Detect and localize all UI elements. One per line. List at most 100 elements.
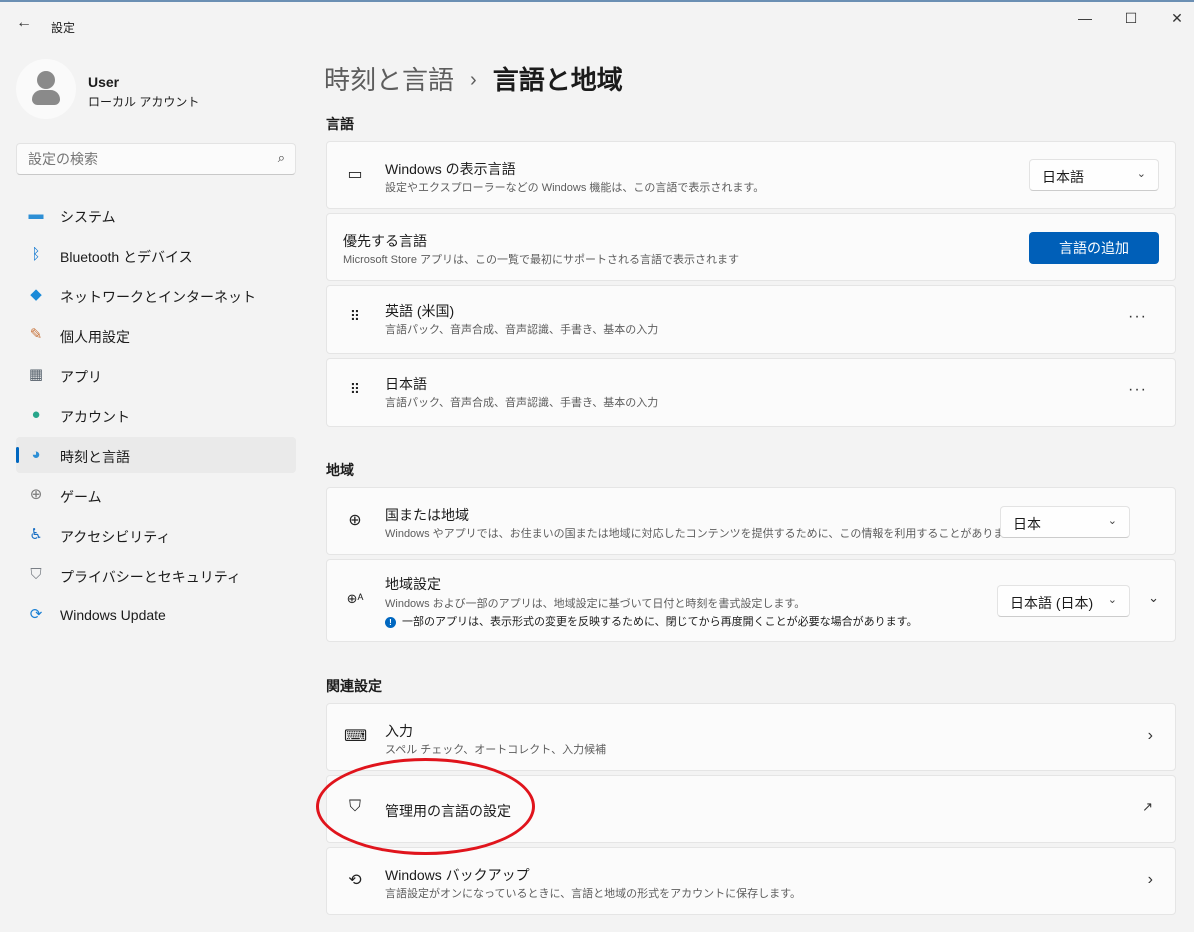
more-options-icon[interactable]: ··· [1128,381,1147,399]
search-box[interactable]: ⌕ [16,143,296,175]
search-input[interactable] [28,151,258,167]
country-card: ⊕ 国または地域 Windows やアプリでは、お住まいの国または地域に対応した… [326,487,1176,555]
laptop-icon: ▭ [347,166,363,183]
sidebar-item-label: アプリ [60,369,102,385]
card-desc: スペル チェック、オートコレクト、入力候補 [385,744,607,756]
section-region: 地域 [326,462,354,478]
drag-handle-icon[interactable]: ⠿ [344,308,366,325]
language-item[interactable]: ⠿ 日本語 言語パック、音声合成、音声認識、手書き、基本の入力 ··· [326,358,1176,427]
external-link-icon: ↗ [1142,799,1153,814]
sidebar-icon: ▬ [28,206,44,223]
card-title: Windows バックアップ [385,867,530,883]
sidebar-icon: ᛒ [31,246,41,263]
section-related: 関連設定 [326,678,382,694]
sidebar-item[interactable]: ◕ 時刻と言語 [16,437,296,473]
sidebar-icon: ⛉ [30,566,42,583]
card-title: 優先する言語 [343,233,427,249]
maximize-button[interactable]: ☐ [1116,10,1146,34]
sidebar-icon: ⊕ [29,486,43,503]
sidebar-item-label: 時刻と言語 [60,449,130,465]
sidebar-item[interactable]: ⟳ Windows Update [16,597,296,633]
country-dropdown[interactable]: 日本 ⌄ [1000,506,1130,538]
breadcrumb: 時刻と言語 › 言語と地域 [324,60,623,97]
card-desc: 設定やエクスプローラーなどの Windows 機能は、この言語で表示されます。 [385,182,765,194]
language-item[interactable]: ⠿ 英語 (米国) 言語パック、音声合成、音声認識、手書き、基本の入力 ··· [326,285,1176,354]
display-language-dropdown[interactable]: 日本語 ⌄ [1029,159,1159,191]
backup-sync-icon: ⟲ [348,872,362,889]
card-desc: 言語パック、音声合成、音声認識、手書き、基本の入力 [385,324,659,336]
regional-format-card[interactable]: ⊕ᴬ 地域設定 Windows および一部のアプリは、地域設定に基づいて日付と時… [326,559,1176,642]
section-language: 言語 [326,116,354,132]
sidebar-item-label: ゲーム [60,489,102,505]
sidebar-item[interactable]: ᛒ Bluetooth とデバイス [16,237,296,273]
back-button[interactable]: ← [16,14,32,32]
account-type: ローカル アカウント [88,95,200,109]
add-language-button[interactable]: 言語の追加 [1029,232,1159,264]
card-desc: 言語パック、音声合成、音声認識、手書き、基本の入力 [385,397,659,409]
display-language-card: ▭ Windows の表示言語 設定やエクスプローラーなどの Windows 機… [326,141,1176,209]
breadcrumb-parent[interactable]: 時刻と言語 [324,65,454,95]
sidebar-item-label: Bluetooth とデバイス [60,249,193,265]
sidebar-icon: ✎ [29,326,43,343]
page-title: 言語と地域 [492,65,623,95]
sidebar-icon: ◆ [30,286,42,303]
card-desc: Windows やアプリでは、お住まいの国または地域に対応したコンテンツを提供す… [385,528,1016,540]
sidebar-icon: ● [31,406,41,423]
card-title: 国または地域 [385,507,469,523]
sidebar-item[interactable]: ◆ ネットワークとインターネット [16,277,296,313]
dropdown-value: 日本 [1013,516,1041,532]
sidebar-item-label: Windows Update [60,607,166,623]
card-desc: Windows および一部のアプリは、地域設定に基づいて日付と時刻を書式設定しま… [385,598,806,610]
keyboard-icon: ⌨ [344,728,368,745]
dropdown-value: 日本語 (日本) [1010,595,1094,611]
app-title: 設定 [51,21,76,35]
card-desc: 言語設定がオンになっているときに、言語と地域の形式をアカウントに保存します。 [385,888,802,900]
user-name: User [88,74,120,90]
sidebar-icon: ♿ [29,526,43,543]
title-bar: ← 設定 — ☐ ✕ [0,2,1194,42]
sidebar-item-label: アクセシビリティ [60,529,171,545]
red-annotation-circle [316,758,535,855]
windows-backup-link[interactable]: ⟲ Windows バックアップ 言語設定がオンになっているときに、言語と地域の… [326,847,1176,915]
card-title: 入力 [385,723,413,739]
sidebar-item[interactable]: ♿ アクセシビリティ [16,517,296,553]
card-title: 英語 (米国) [385,303,455,319]
preferred-language-card: 優先する言語 Microsoft Store アプリは、この一覧で最初にサポート… [326,213,1176,281]
globe-language-icon: ⊕ᴬ [346,591,364,606]
chevron-right-icon: › [1147,871,1153,888]
sidebar-icon: ⟳ [29,606,43,623]
drag-handle-icon[interactable]: ⠿ [344,381,366,398]
avatar-head [37,71,55,89]
sidebar-item-label: プライバシーとセキュリティ [60,569,241,585]
chevron-down-icon: ⌄ [1107,515,1117,527]
sidebar-icon: ▦ [28,366,44,383]
breadcrumb-separator-icon: › [470,69,477,91]
chevron-right-icon: › [1147,727,1153,744]
chevron-down-icon: ⌄ [1136,168,1146,180]
regional-format-dropdown[interactable]: 日本語 (日本) ⌄ [997,585,1130,617]
sidebar-icon: ◕ [31,446,41,463]
sidebar-item[interactable]: ⛉ プライバシーとセキュリティ [16,557,296,593]
dropdown-value: 日本語 [1042,169,1084,185]
sidebar-item-label: ネットワークとインターネット [60,289,256,305]
more-options-icon[interactable]: ··· [1128,308,1147,326]
sidebar-item[interactable]: ● アカウント [16,397,296,433]
info-icon: ! [385,617,396,628]
sidebar-item[interactable]: ⊕ ゲーム [16,477,296,513]
sidebar-item[interactable]: ▦ アプリ [16,357,296,393]
globe-icon: ⊕ [348,512,362,529]
chevron-down-icon: ⌄ [1107,594,1117,606]
card-desc: Microsoft Store アプリは、この一覧で最初にサポートされる言語で表… [343,254,740,266]
sidebar-item[interactable]: ▬ システム [16,197,296,233]
avatar[interactable] [16,59,76,119]
minimize-button[interactable]: — [1070,10,1100,34]
search-icon[interactable]: ⌕ [278,150,285,166]
sidebar-item-label: システム [60,209,116,225]
card-title: 地域設定 [385,576,441,592]
card-title: 日本語 [385,376,427,392]
card-title: Windows の表示言語 [385,161,516,177]
expand-chevron-icon[interactable]: ⌄ [1148,590,1159,606]
sidebar-item[interactable]: ✎ 個人用設定 [16,317,296,353]
avatar-body [32,90,60,105]
close-button[interactable]: ✕ [1162,10,1192,34]
